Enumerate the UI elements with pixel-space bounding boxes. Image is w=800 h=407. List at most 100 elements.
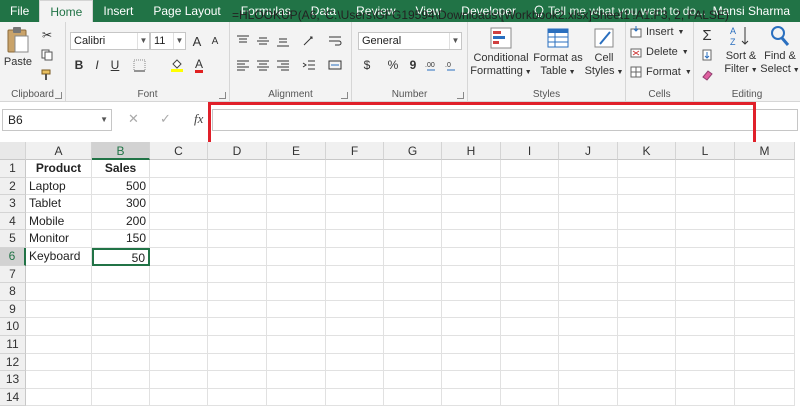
cell-d10[interactable]	[208, 318, 267, 336]
row-header-3[interactable]: 3	[0, 195, 26, 213]
cell-b9[interactable]	[92, 300, 150, 319]
insert-function-icon[interactable]: fx	[194, 111, 203, 127]
cell-l9[interactable]	[676, 300, 735, 319]
cell-l2[interactable]	[676, 177, 735, 196]
number-format-dropdown[interactable]: General ▼	[358, 32, 462, 50]
cell-c10[interactable]	[150, 318, 208, 336]
cell-g1[interactable]	[384, 160, 442, 178]
cell-c4[interactable]	[150, 212, 208, 231]
cell-d14[interactable]	[208, 388, 267, 407]
cell-d6[interactable]	[208, 248, 267, 266]
tab-file[interactable]: File	[0, 0, 39, 22]
row-header-11[interactable]: 11	[0, 336, 26, 354]
cell-b1[interactable]: Sales	[92, 160, 150, 178]
cell-e8[interactable]	[267, 283, 326, 301]
cell-f8[interactable]	[326, 283, 384, 301]
cell-b11[interactable]	[92, 336, 150, 354]
cell-c8[interactable]	[150, 283, 208, 301]
column-header-l[interactable]: L	[676, 142, 735, 160]
cell-g3[interactable]	[384, 195, 442, 213]
cell-g6[interactable]	[384, 248, 442, 266]
cell-l13[interactable]	[676, 371, 735, 389]
cell-a12[interactable]	[26, 353, 92, 372]
cell-d8[interactable]	[208, 283, 267, 301]
cell-g10[interactable]	[384, 318, 442, 336]
enter-icon[interactable]: ✓	[160, 111, 171, 127]
cell-l1[interactable]	[676, 160, 735, 178]
cell-h7[interactable]	[442, 265, 501, 284]
cell-j9[interactable]	[559, 300, 618, 319]
cell-m6[interactable]	[735, 248, 795, 266]
insert-cells-button[interactable]: Insert ▼	[630, 26, 684, 38]
cut-button[interactable]: ✂	[38, 26, 56, 44]
cell-i14[interactable]	[501, 388, 559, 407]
borders-button[interactable]	[130, 56, 148, 74]
cell-b12[interactable]	[92, 353, 150, 372]
cell-e3[interactable]	[267, 195, 326, 213]
cell-m8[interactable]	[735, 283, 795, 301]
grow-font-button[interactable]: A	[188, 32, 206, 50]
cell-d5[interactable]	[208, 230, 267, 248]
cell-styles-button[interactable]: Cell Styles ▼	[584, 26, 624, 79]
cell-b5[interactable]: 150	[92, 230, 150, 248]
format-painter-button[interactable]	[38, 66, 56, 84]
number-launcher[interactable]	[457, 92, 464, 99]
cell-e2[interactable]	[267, 177, 326, 196]
cell-m11[interactable]	[735, 336, 795, 354]
fill-color-button[interactable]	[168, 56, 186, 74]
column-header-g[interactable]: G	[384, 142, 442, 160]
copy-button[interactable]	[38, 46, 56, 64]
find-select-button[interactable]: Find & Select ▼	[760, 24, 800, 77]
cell-h5[interactable]	[442, 230, 501, 248]
cell-k5[interactable]	[618, 230, 676, 248]
row-header-14[interactable]: 14	[0, 388, 26, 407]
font-color-button[interactable]: A	[190, 56, 208, 74]
underline-button[interactable]: U	[106, 56, 124, 74]
decrease-decimal-button[interactable]: .0	[444, 56, 462, 74]
bold-button[interactable]: B	[70, 56, 88, 74]
cell-m10[interactable]	[735, 318, 795, 336]
cell-f7[interactable]	[326, 265, 384, 284]
align-left-button[interactable]	[234, 56, 252, 74]
cell-g14[interactable]	[384, 388, 442, 407]
cell-k7[interactable]	[618, 265, 676, 284]
cell-b7[interactable]	[92, 265, 150, 284]
cell-g2[interactable]	[384, 177, 442, 196]
cell-g12[interactable]	[384, 353, 442, 372]
currency-button[interactable]: $	[358, 56, 376, 74]
cell-i9[interactable]	[501, 300, 559, 319]
delete-cells-button[interactable]: Delete ▼	[630, 46, 689, 58]
cell-f14[interactable]	[326, 388, 384, 407]
align-bottom-button[interactable]	[274, 32, 292, 50]
cell-d4[interactable]	[208, 212, 267, 231]
cell-a11[interactable]	[26, 336, 92, 354]
cell-k13[interactable]	[618, 371, 676, 389]
cell-e5[interactable]	[267, 230, 326, 248]
cell-m3[interactable]	[735, 195, 795, 213]
cell-j4[interactable]	[559, 212, 618, 231]
cell-i3[interactable]	[501, 195, 559, 213]
cell-c12[interactable]	[150, 353, 208, 372]
cell-k12[interactable]	[618, 353, 676, 372]
cell-c7[interactable]	[150, 265, 208, 284]
cell-m5[interactable]	[735, 230, 795, 248]
cell-a10[interactable]	[26, 318, 92, 336]
spreadsheet-grid[interactable]: ABCDEFGHIJKLM 1 2 3 4 5 6 7 8 9 10 11 12 13 14 Produc…	[0, 142, 800, 407]
cell-d13[interactable]	[208, 371, 267, 389]
cell-c1[interactable]	[150, 160, 208, 178]
cell-h14[interactable]	[442, 388, 501, 407]
cell-e4[interactable]	[267, 212, 326, 231]
cell-d3[interactable]	[208, 195, 267, 213]
cell-i6[interactable]	[501, 248, 559, 266]
cell-k1[interactable]	[618, 160, 676, 178]
cancel-icon[interactable]: ✕	[128, 111, 139, 127]
align-right-button[interactable]	[274, 56, 292, 74]
cell-h6[interactable]	[442, 248, 501, 266]
row-header-7[interactable]: 7	[0, 265, 26, 284]
cell-k8[interactable]	[618, 283, 676, 301]
cell-m9[interactable]	[735, 300, 795, 319]
cell-c9[interactable]	[150, 300, 208, 319]
column-header-j[interactable]: J	[559, 142, 618, 160]
cell-g13[interactable]	[384, 371, 442, 389]
cell-f3[interactable]	[326, 195, 384, 213]
